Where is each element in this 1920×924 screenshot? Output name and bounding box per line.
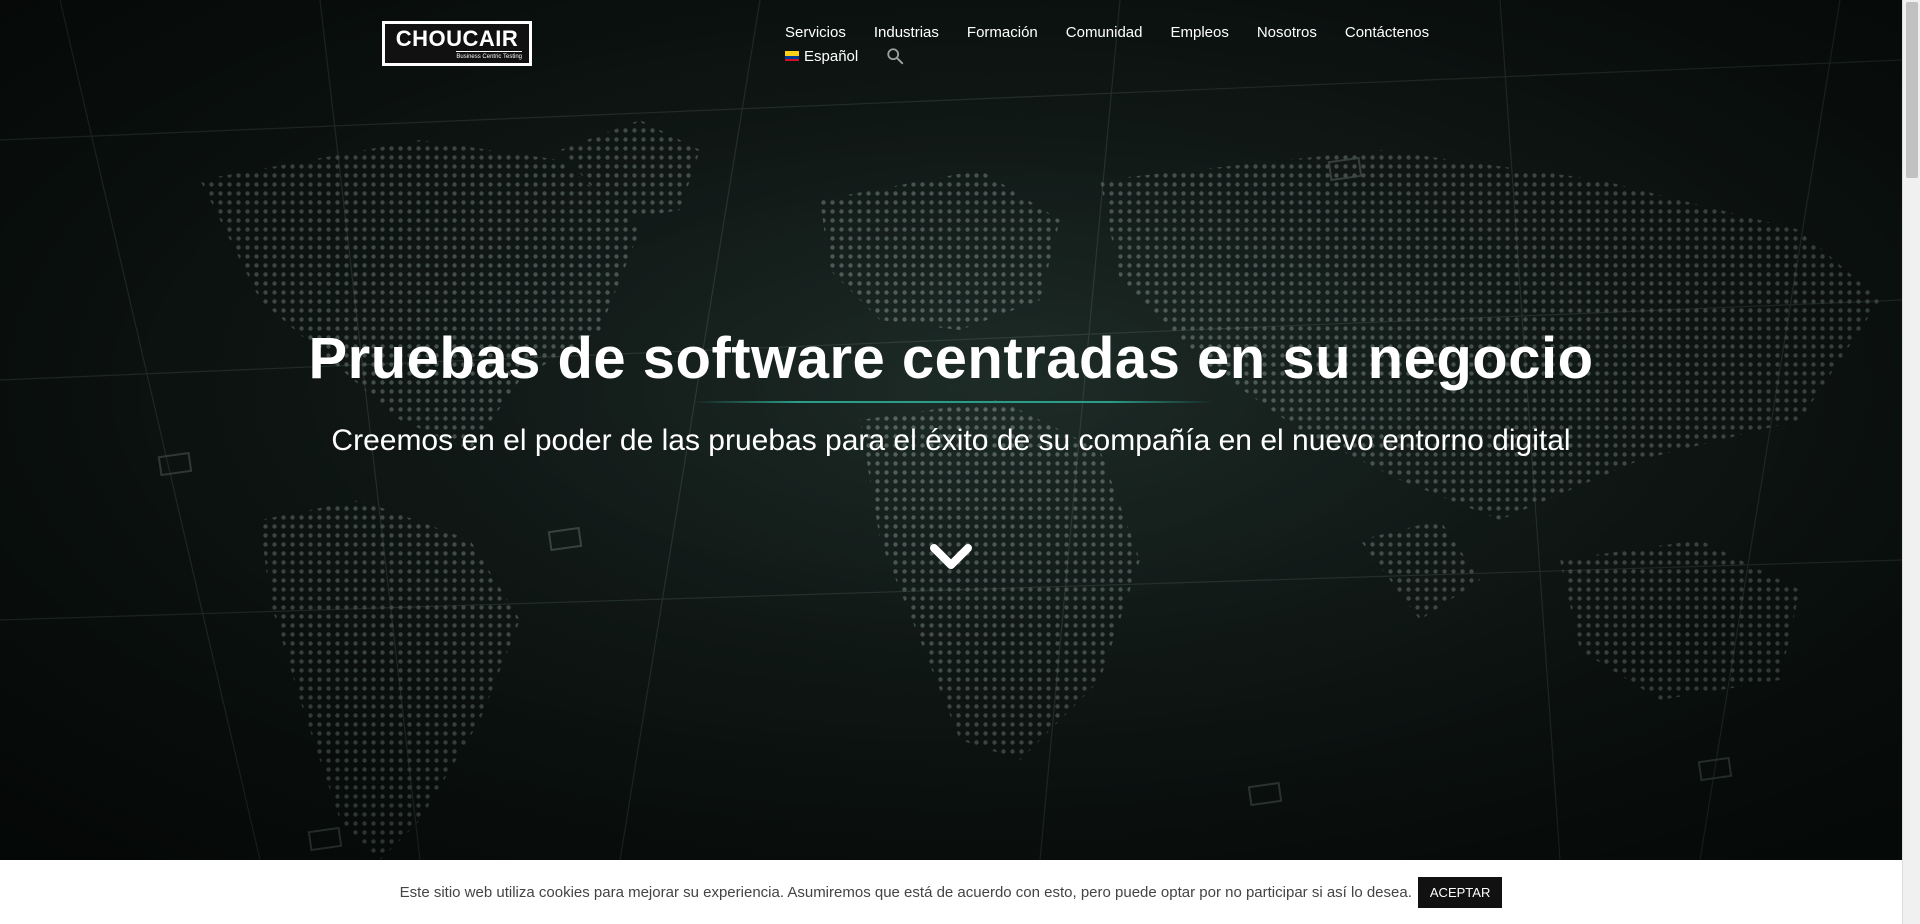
nav-item-servicios[interactable]: Servicios bbox=[785, 24, 846, 41]
nav-item-industrias[interactable]: Industrias bbox=[874, 24, 939, 41]
logo-box: CHOUCAIR Business Centric Testing bbox=[385, 24, 529, 63]
nav-menu-row: Servicios Industrias Formación Comunidad… bbox=[785, 20, 1429, 44]
language-label: Español bbox=[804, 47, 859, 65]
hero-section: CHOUCAIR Business Centric Testing Servic… bbox=[0, 0, 1902, 860]
page-scrollbar[interactable] bbox=[1902, 0, 1920, 924]
main-navigation: Servicios Industrias Formación Comunidad… bbox=[785, 20, 1429, 68]
title-divider bbox=[693, 401, 1213, 403]
accept-cookies-button[interactable]: ACEPTAR bbox=[1417, 876, 1503, 908]
cookie-consent-bar: Este sitio web utiliza cookies para mejo… bbox=[0, 860, 1902, 924]
nav-item-empleos[interactable]: Empleos bbox=[1170, 24, 1228, 41]
language-selector[interactable]: Español bbox=[785, 48, 858, 65]
search-icon[interactable] bbox=[886, 47, 904, 65]
nav-item-nosotros[interactable]: Nosotros bbox=[1257, 24, 1317, 41]
chevron-down-icon[interactable] bbox=[928, 540, 974, 574]
logo-wordmark: CHOUCAIR bbox=[395, 25, 519, 51]
colombia-flag-icon bbox=[785, 51, 799, 61]
hero-title: Pruebas de software centradas en su nego… bbox=[308, 326, 1594, 391]
hero-subtitle: Creemos en el poder de las pruebas para … bbox=[331, 424, 1571, 457]
cookie-message: Este sitio web utiliza cookies para mejo… bbox=[399, 883, 1412, 901]
nav-item-formacion[interactable]: Formación bbox=[967, 24, 1038, 41]
scrollbar-thumb[interactable] bbox=[1906, 2, 1918, 178]
nav-item-contactenos[interactable]: Contáctenos bbox=[1345, 24, 1429, 41]
logo-tagline: Business Centric Testing bbox=[456, 50, 522, 61]
nav-secondary-row: Español bbox=[785, 44, 1425, 68]
choucair-logo[interactable]: CHOUCAIR Business Centric Testing bbox=[382, 21, 532, 66]
nav-item-comunidad[interactable]: Comunidad bbox=[1066, 24, 1143, 41]
